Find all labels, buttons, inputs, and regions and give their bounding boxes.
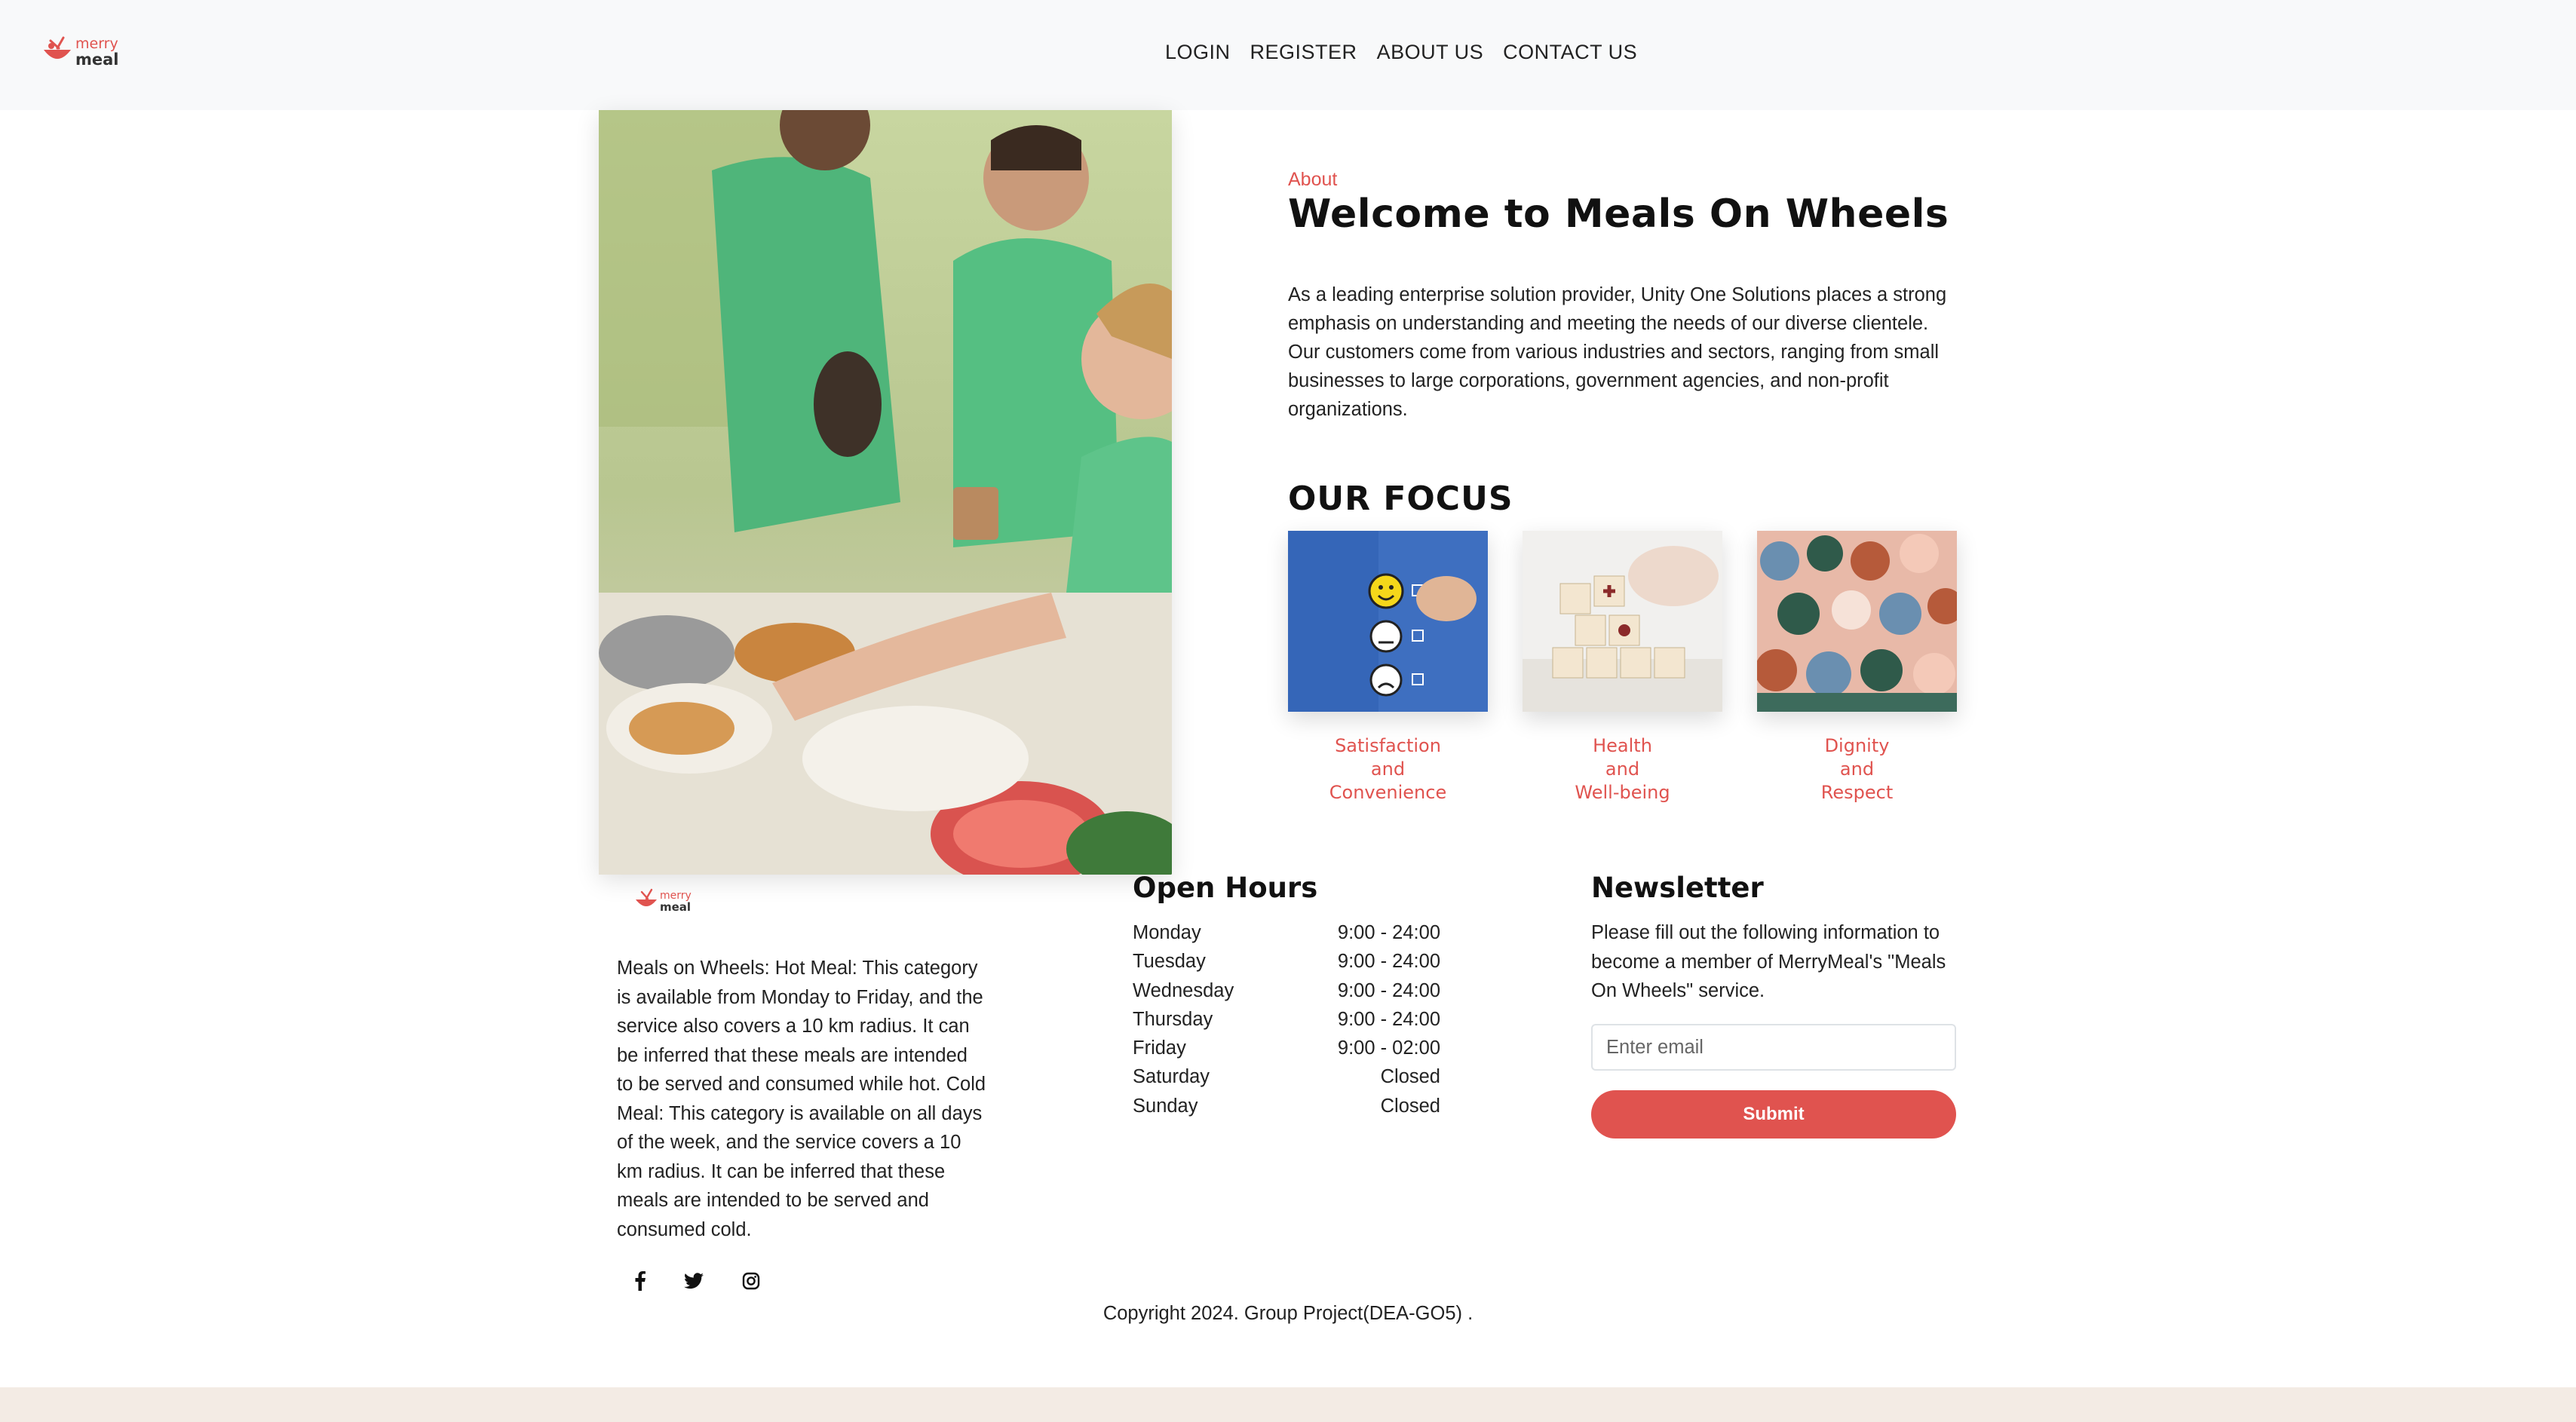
hours-time: 9:00 - 02:00 (1337, 1037, 1440, 1059)
hours-day: Saturday (1133, 1066, 1210, 1088)
hours-time: Closed (1380, 1095, 1440, 1117)
focus-satisfaction-image (1288, 531, 1488, 712)
hours-day: Sunday (1133, 1095, 1198, 1117)
focus-label-line: Satisfaction (1335, 735, 1441, 756)
facebook-icon[interactable] (629, 1270, 652, 1292)
hours-row: Tuesday 9:00 - 24:00 (1133, 947, 1440, 976)
about-kicker: About (1288, 169, 1338, 190)
focus-label-line: Convenience (1329, 782, 1447, 803)
nav-about-link[interactable]: ABOUT US (1377, 41, 1484, 64)
hours-day: Monday (1133, 922, 1201, 943)
hours-time: 9:00 - 24:00 (1337, 922, 1440, 943)
focus-label-line: Well-being (1575, 782, 1670, 803)
focus-label-line: Respect (1820, 782, 1894, 803)
hours-row: Saturday Closed (1133, 1062, 1440, 1091)
nav-contact-link[interactable]: CONTACT US (1503, 41, 1637, 64)
hours-row: Thursday 9:00 - 24:00 (1133, 1005, 1440, 1034)
hours-time: 9:00 - 24:00 (1337, 979, 1440, 1001)
hours-day: Wednesday (1133, 979, 1234, 1001)
focus-label-line: Health (1593, 735, 1652, 756)
open-hours-table: Monday 9:00 - 24:00 Tuesday 9:00 - 24:00 W… (1133, 918, 1440, 1120)
footer-service-description: Meals on Wheels: Hot Meal: This category… (617, 958, 986, 1240)
hours-day: Tuesday (1133, 951, 1206, 973)
page-title: Welcome to Meals On Wheels (1288, 192, 1949, 237)
focus-label-line: and (1605, 759, 1640, 780)
footer-logo[interactable]: merry meal (634, 887, 710, 916)
nav-login-link[interactable]: LOGIN (1165, 41, 1231, 64)
newsletter-description: Please fill out the following informatio… (1591, 922, 1946, 1001)
focus-label-line: and (1370, 759, 1406, 780)
hours-row: Monday 9:00 - 24:00 (1133, 918, 1440, 947)
copyright-text: Copyright 2024. Group Project(DEA-GO5) . (1102, 1303, 1474, 1324)
footer-logo-text-bottom: meal (660, 900, 691, 914)
focus-satisfaction-label: Satisfaction and Convenience (1288, 734, 1488, 804)
bottom-band (0, 1387, 2576, 1422)
logo-text-bottom: meal (75, 51, 119, 69)
hours-row: Sunday Closed (1133, 1092, 1440, 1120)
instagram-icon[interactable] (740, 1270, 762, 1292)
hours-day: Friday (1133, 1037, 1186, 1059)
top-navbar: merry meal LOGIN REGISTER ABOUT US CONTA… (0, 0, 2576, 110)
focus-dignity-image (1757, 531, 1957, 712)
main-nav: LOGIN REGISTER ABOUT US CONTACT US (1165, 41, 1637, 64)
hours-time: Closed (1380, 1066, 1440, 1088)
nav-register-link[interactable]: REGISTER (1250, 41, 1357, 64)
focus-health-label: Health and Well-being (1523, 734, 1722, 804)
focus-label-line: and (1839, 759, 1875, 780)
email-input[interactable] (1591, 1024, 1956, 1071)
brand-logo[interactable]: merry meal (41, 33, 146, 71)
newsletter-heading: Newsletter (1591, 872, 1764, 904)
focus-health-image (1523, 531, 1722, 712)
hours-time: 9:00 - 24:00 (1337, 951, 1440, 973)
hours-row: Wednesday 9:00 - 24:00 (1133, 976, 1440, 1005)
logo-text-top: merry (75, 35, 118, 52)
twitter-icon[interactable] (682, 1270, 705, 1292)
volunteers-hero-image (599, 110, 1172, 875)
focus-label-line: Dignity (1824, 735, 1890, 756)
open-hours-heading: Open Hours (1133, 872, 1318, 904)
focus-dignity-label: Dignity and Respect (1757, 734, 1957, 804)
about-description: As a leading enterprise solution provide… (1288, 284, 1947, 420)
hours-day: Thursday (1133, 1008, 1213, 1030)
hours-row: Friday 9:00 - 02:00 (1133, 1034, 1440, 1062)
focus-heading: OUR FOCUS (1288, 480, 1513, 518)
submit-button[interactable]: Submit (1591, 1090, 1956, 1139)
hours-time: 9:00 - 24:00 (1337, 1008, 1440, 1030)
